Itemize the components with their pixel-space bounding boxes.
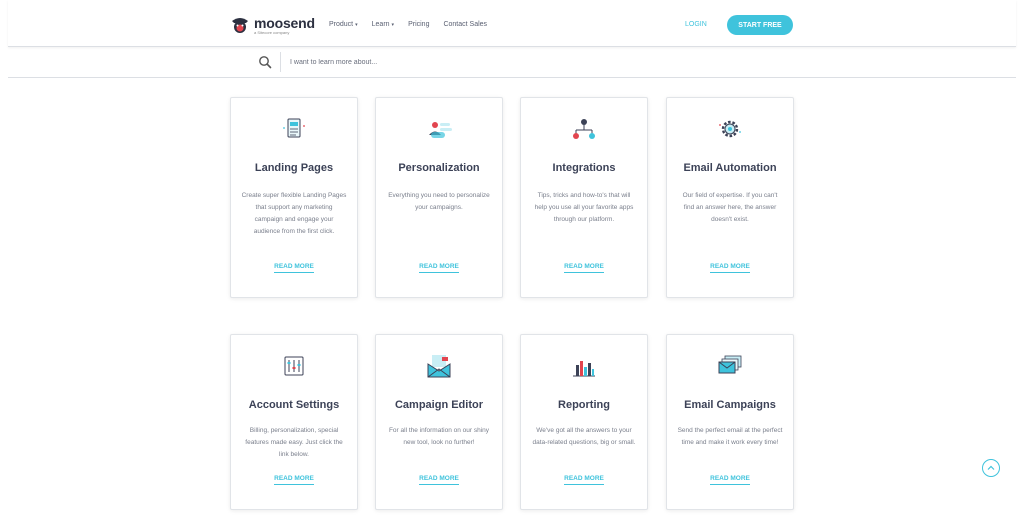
envelope-open-icon — [427, 355, 451, 378]
integrations-icon — [573, 119, 595, 139]
card-description: Everything you need to personalize your … — [388, 192, 490, 211]
search-icon[interactable] — [258, 55, 272, 69]
card-title: Landing Pages — [254, 162, 334, 174]
nav-item-learn[interactable]: Learn ▾ — [372, 21, 394, 28]
card-account-settings[interactable]: Account Settings Billing, personalizatio… — [230, 334, 358, 510]
read-more-label: READ MORE — [710, 475, 750, 485]
read-more-link[interactable]: READ MORE — [667, 263, 793, 273]
search-bar — [8, 47, 1016, 78]
card-description: Our field of expertise. If you can't fin… — [682, 192, 778, 223]
card-title: Email Automation — [683, 162, 777, 174]
read-more-label: READ MORE — [419, 263, 459, 273]
card-email-campaigns[interactable]: Email Campaigns Send the perfect email a… — [666, 334, 794, 510]
brand-name: moosend — [254, 14, 315, 31]
card-reporting[interactable]: Reporting We've got all the answers to y… — [520, 334, 648, 510]
brand-tagline: a Sitecore company — [254, 29, 290, 35]
envelopes-icon — [718, 355, 742, 374]
sliders-icon — [284, 356, 304, 376]
personalization-icon — [429, 122, 452, 138]
read-more-label: READ MORE — [274, 263, 314, 273]
card-title: Account Settings — [248, 399, 340, 411]
read-more-link[interactable]: READ MORE — [521, 475, 647, 485]
login-link[interactable]: LOGIN — [685, 21, 707, 28]
card-integrations[interactable]: Integrations Tips, tricks and how-to's t… — [520, 97, 648, 298]
nav-item-label: Pricing — [408, 21, 430, 28]
scroll-to-top-button[interactable] — [982, 459, 1000, 477]
read-more-link[interactable]: READ MORE — [376, 263, 502, 273]
nav-item-contact-sales[interactable]: Contact Sales — [443, 21, 487, 28]
card-description: Tips, tricks and how-to's that will help… — [534, 192, 634, 223]
gear-icon — [719, 120, 741, 138]
chevron-down-icon: ▾ — [391, 21, 395, 28]
card-personalization[interactable]: Personalization Everything you need to p… — [375, 97, 503, 298]
nav-item-label: Product — [329, 21, 354, 28]
card-title: Campaign Editor — [394, 399, 483, 411]
card-landing-pages[interactable]: Landing Pages Create super flexible Land… — [230, 97, 358, 298]
card-campaign-editor[interactable]: Campaign Editor For all the information … — [375, 334, 503, 510]
read-more-link[interactable]: READ MORE — [521, 263, 647, 273]
card-email-automation[interactable]: Email Automation Our field of expertise.… — [666, 97, 794, 298]
card-description: Billing, personalization, special featur… — [245, 427, 343, 458]
nav-item-pricing[interactable]: Pricing — [408, 21, 429, 28]
search-input[interactable] — [290, 55, 790, 69]
chevron-up-icon — [987, 465, 995, 470]
nav-item-label: Contact Sales — [443, 21, 488, 28]
bar-chart-icon — [573, 361, 595, 377]
read-more-label: READ MORE — [419, 475, 459, 485]
read-more-link[interactable]: READ MORE — [667, 475, 793, 485]
read-more-link[interactable]: READ MORE — [376, 475, 502, 485]
card-title: Personalization — [398, 162, 480, 174]
card-title: Reporting — [558, 399, 610, 411]
read-more-label: READ MORE — [564, 263, 604, 273]
card-title: Integrations — [552, 162, 616, 174]
search-divider — [280, 52, 281, 72]
nav-item-label: Learn — [371, 21, 390, 28]
read-more-link[interactable]: READ MORE — [231, 263, 357, 273]
main-nav: Product ▾ Learn ▾ Pricing Contact Sales — [329, 21, 501, 28]
moosend-logo-icon — [232, 18, 248, 33]
nav-item-product[interactable]: Product ▾ — [329, 21, 358, 28]
card-title: Email Campaigns — [684, 399, 776, 411]
card-description: Create super flexible Landing Pages that… — [241, 192, 347, 235]
top-header — [8, 0, 1016, 47]
read-more-label: READ MORE — [564, 475, 604, 485]
card-description: For all the information on our shiny new… — [388, 427, 490, 446]
chevron-down-icon: ▾ — [355, 21, 358, 28]
card-description: We've got all the answers to your data-r… — [532, 427, 636, 446]
read-more-link[interactable]: READ MORE — [231, 475, 357, 485]
card-description: Send the perfect email at the perfect ti… — [677, 427, 783, 446]
landing-page-icon — [283, 118, 305, 138]
read-more-label: READ MORE — [274, 475, 314, 485]
read-more-label: READ MORE — [710, 263, 750, 273]
start-free-button[interactable]: START FREE — [727, 15, 793, 35]
brand-logo[interactable]: moosend a Sitecore company — [230, 14, 315, 36]
